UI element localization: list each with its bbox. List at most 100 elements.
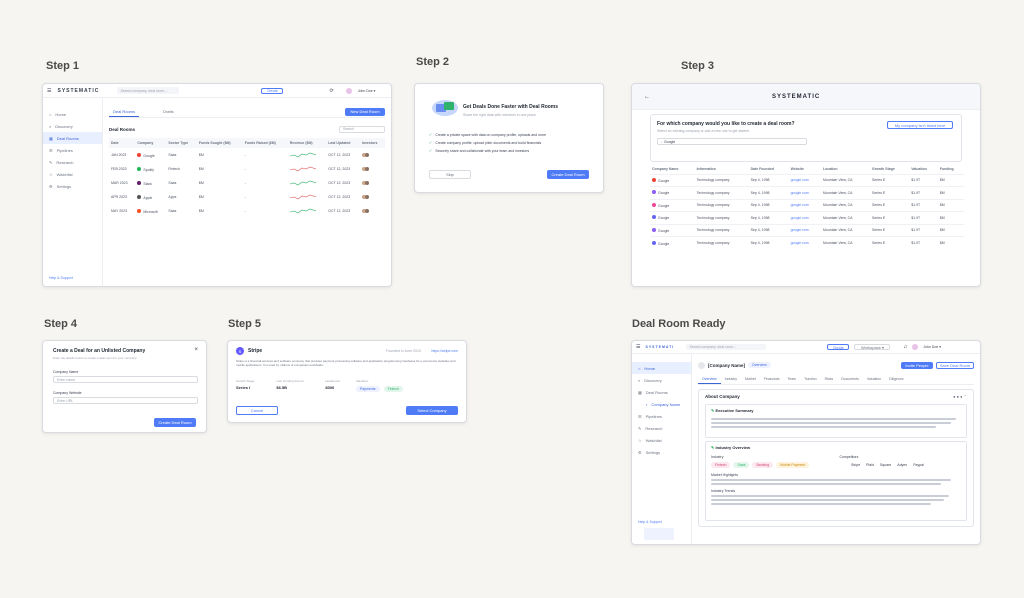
raised-cell: - xyxy=(244,195,246,199)
tab-team[interactable]: Team xyxy=(784,375,801,383)
raised-cell: - xyxy=(244,153,246,157)
refresh-icon[interactable]: ⟳ xyxy=(329,88,333,94)
stat-label: Valuation xyxy=(356,379,369,383)
workspace-select[interactable]: Workspace ▾ xyxy=(854,344,891,350)
founded-text: Founded in June 2010 xyxy=(386,349,421,353)
investors-cell xyxy=(360,148,385,162)
step-3-screen: ← SYSTEMATIC For which company would you… xyxy=(631,83,981,287)
table-row[interactable]: Google Technology company Sep 4, 1998 googl… xyxy=(650,224,964,237)
sidebar-item-settings[interactable]: ⚙ Settings xyxy=(632,446,691,458)
company-website-input[interactable]: Enter URL xyxy=(53,397,198,404)
tab-drafts[interactable]: Drafts xyxy=(159,107,178,116)
deal-search-input[interactable]: Search xyxy=(339,125,385,133)
company-name-input[interactable]: Enter name xyxy=(53,376,198,383)
avatar[interactable] xyxy=(345,87,352,94)
sidebar-item-watchlist[interactable]: ☆ Watchlist xyxy=(632,434,691,446)
tab-financials[interactable]: Financials xyxy=(760,375,784,383)
company-name: Microsoft xyxy=(143,209,158,214)
sidebar-item-research[interactable]: ✎ Research xyxy=(632,422,691,434)
search-input[interactable]: Search company, deal room... xyxy=(117,87,180,94)
table-row[interactable]: APR 2023 Apple Apps $M - OCT 12, 2023 xyxy=(109,190,385,204)
close-icon[interactable]: × xyxy=(194,347,198,353)
back-arrow-icon[interactable]: ← xyxy=(644,94,650,100)
site-cell[interactable]: google.com xyxy=(789,199,821,212)
sector-cell: Saas xyxy=(168,181,177,185)
tab-deal-rooms[interactable]: Deal Rooms xyxy=(109,107,140,117)
tab-documents[interactable]: Documents xyxy=(837,375,863,383)
new-deal-room-button[interactable]: New Deal Room xyxy=(345,107,385,116)
user-name[interactable]: John Doe ▾ xyxy=(358,89,376,93)
save-deal-room-button[interactable]: Save Deal Room xyxy=(936,361,974,369)
research-icon: ✎ xyxy=(638,425,642,431)
table-row[interactable]: Google Technology company Sep 4, 1998 googl… xyxy=(650,186,964,200)
column-header[interactable]: Funds Raised ($M) xyxy=(243,138,288,148)
cancel-button[interactable]: Cancel xyxy=(236,406,278,415)
invite-people-button[interactable]: Invite People xyxy=(901,361,933,369)
column-header[interactable]: Investors xyxy=(360,138,385,148)
site-cell[interactable]: google.com xyxy=(789,237,821,250)
column-header[interactable]: Last Updated xyxy=(326,138,360,148)
avatar[interactable] xyxy=(912,344,919,350)
sidebar-item-deal-rooms[interactable]: ▦ Deal Rooms xyxy=(632,386,691,398)
tab-traction[interactable]: Traction xyxy=(800,375,821,383)
column-header[interactable]: Sector Type xyxy=(166,138,197,148)
company-logo-icon xyxy=(137,152,142,157)
table-row[interactable]: Google Technology company Sep 4, 1998 googl… xyxy=(650,174,964,187)
sidebar-item-research[interactable]: ✎ Research xyxy=(43,156,102,168)
site-cell[interactable]: google.com xyxy=(789,174,821,187)
deals-button[interactable]: Deals xyxy=(827,344,850,350)
sidebar-item-home[interactable]: ⌂ Home xyxy=(43,108,102,120)
tab-market[interactable]: Market xyxy=(741,375,760,383)
table-row[interactable]: Google Technology company Sep 4, 1998 googl… xyxy=(650,211,964,225)
column-header[interactable]: Date xyxy=(109,138,135,148)
tab-overview[interactable]: Overview xyxy=(698,375,721,384)
panel-actions-icon[interactable]: ● ● ● ⌃ xyxy=(953,394,967,399)
menu-icon[interactable]: ☰ xyxy=(47,88,51,94)
help-link[interactable]: Help & Support xyxy=(638,520,662,524)
user-name[interactable]: John Doe ▾ xyxy=(923,345,941,349)
sidebar-item-watchlist[interactable]: ☆ Watchlist xyxy=(43,168,102,180)
create-deal-room-button[interactable]: Create Deal Room xyxy=(547,170,589,179)
table-row[interactable]: FEB 2023 Spotify Fintech $M - OCT 12, 2023 xyxy=(109,162,385,176)
tab-diligence[interactable]: Diligence xyxy=(885,375,907,383)
search-input[interactable]: Search company, deal room... xyxy=(686,344,767,350)
table-row[interactable]: MAR 2023 Slack Saas $M - OCT 12, 2023 xyxy=(109,176,385,190)
table-row[interactable]: Google Technology company Sep 4, 1998 googl… xyxy=(650,199,964,212)
column-header[interactable]: Funds Sought ($M) xyxy=(197,138,243,148)
site-cell[interactable]: google.com xyxy=(789,212,821,225)
table-row[interactable]: Google Technology company Sep 4, 1998 googl… xyxy=(650,236,964,250)
tab-risks[interactable]: Risks xyxy=(821,375,838,383)
modal-subtitle: Share the right data with investors in o… xyxy=(463,113,536,117)
menu-icon[interactable]: ☰ xyxy=(636,344,640,350)
column-header[interactable]: Revenue ($M) xyxy=(288,138,326,148)
site-cell[interactable]: google.com xyxy=(789,187,821,200)
deals-button[interactable]: Deals xyxy=(261,87,284,94)
sidebar-item-settings[interactable]: ⚙ Settings xyxy=(43,180,102,192)
help-link[interactable]: Help & Support xyxy=(49,276,73,280)
info-cell: Technology company xyxy=(696,228,730,233)
table-row[interactable]: JAN 2023 Google Saas $M - OCT 12, 2023 xyxy=(109,148,385,162)
sidebar-item-deal-rooms[interactable]: ▦ Deal Rooms xyxy=(43,132,102,144)
sidebar-item-label: Home xyxy=(644,365,656,371)
unlisted-company-button[interactable]: My company isn't listed here xyxy=(887,121,953,129)
sidebar-item-home[interactable]: ⌂ Home xyxy=(632,362,691,374)
sidebar-item-pipelines[interactable]: ☰ Pipelines xyxy=(632,410,691,422)
bell-icon[interactable]: ♫ xyxy=(903,344,907,350)
sidebar-item-label: Watchlist xyxy=(645,437,662,443)
company-search-input[interactable]: ⌕ Google xyxy=(657,138,807,145)
sidebar-item-discovery[interactable]: ⌕ Discovery xyxy=(43,120,102,132)
sidebar: ⌂ Home ⌕ Discovery ▦ Deal Rooms ☰ Pipelines ✎ Res… xyxy=(43,98,103,286)
table-row[interactable]: MAY 2023 Microsoft Saas $M - OCT 12, 2023 xyxy=(109,204,385,218)
sidebar-item-pipelines[interactable]: ☰ Pipelines xyxy=(43,144,102,156)
sidebar-item-discovery[interactable]: ⌕ Discovery xyxy=(632,374,691,386)
sidebar-subitem-company[interactable]: • Company Name xyxy=(632,398,691,410)
website-link[interactable]: https://stripe.com xyxy=(431,349,458,353)
tab-valuation[interactable]: Valuation xyxy=(863,375,885,383)
column-header[interactable]: Company xyxy=(135,138,166,148)
create-deal-room-button[interactable]: Create Deal Room xyxy=(154,418,196,427)
select-company-button[interactable]: Select Company xyxy=(406,406,458,415)
site-cell[interactable]: google.com xyxy=(789,224,821,237)
tab-industry[interactable]: Industry xyxy=(721,375,741,383)
upgrade-card[interactable] xyxy=(644,528,674,540)
skip-button[interactable]: Skip xyxy=(429,170,471,179)
